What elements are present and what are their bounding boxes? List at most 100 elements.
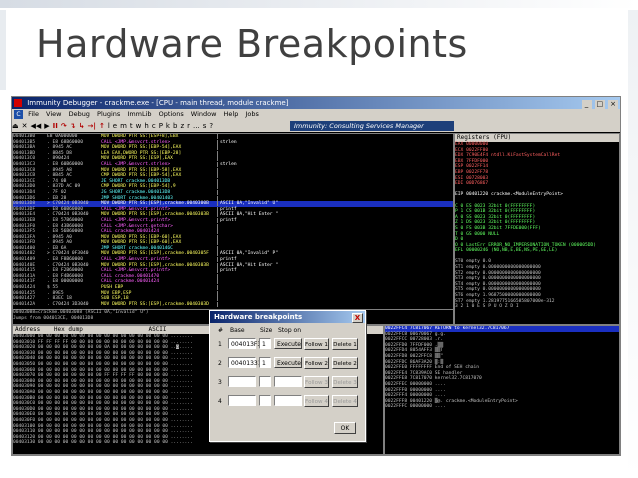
menu-immlib[interactable]: ImmLib <box>127 110 151 118</box>
toolbar-button[interactable]: r <box>187 120 190 132</box>
disasm-comment <box>217 301 220 307</box>
disasm-address: 0040142A <box>13 301 36 307</box>
disasm-comment: printf <box>217 206 237 212</box>
toolbar-button[interactable]: ↴ <box>70 120 76 132</box>
toolbar-button[interactable]: z <box>180 120 184 132</box>
delete-button[interactable]: Delete 4 <box>332 395 358 407</box>
breakpoint-number: 3 <box>218 379 222 386</box>
register-line: 3 2 1 0 E S P U O Z D I <box>455 304 519 310</box>
toolbar-button[interactable]: h <box>144 120 148 132</box>
disasm-comment <box>217 156 220 162</box>
breakpoint-base-field[interactable]: 00401331 <box>228 357 262 368</box>
minimize-button[interactable]: _ <box>581 100 592 109</box>
breakpoint-stop-field[interactable]: Execute <box>274 357 302 368</box>
disasm-row[interactable]: 0040142A . C70424 3D3040 MOV DWORD PTR SS:… <box>13 301 453 308</box>
follow-button[interactable]: Follow 1 <box>304 338 329 350</box>
breakpoint-stop-field[interactable]: Execute <box>274 338 302 349</box>
slide-right-decoration <box>628 10 638 478</box>
toolbar-button[interactable]: ▶ <box>44 120 49 132</box>
disasm-comment: ASCII 0A,"Hit Enter " <box>217 212 279 218</box>
breakpoint-size-field[interactable]: 1 <box>259 338 271 349</box>
menu-view[interactable]: View <box>46 110 61 118</box>
follow-button[interactable]: Follow 4 <box>304 395 329 407</box>
dump-header-address: Address <box>15 326 41 333</box>
toolbar-button[interactable]: ↳ <box>79 120 85 132</box>
col-header-base: Base <box>230 327 245 334</box>
dump-header-hex: Hex dump <box>53 326 83 333</box>
menu-debug[interactable]: Debug <box>69 110 90 118</box>
hardware-breakpoints-dialog: Hardware breakpoints X # Base Size Stop … <box>209 310 366 442</box>
menu-help[interactable]: Help <box>224 110 239 118</box>
toolbar-button[interactable]: →| <box>88 120 96 132</box>
disasm-comment: ASCII 0A,"Invalid" P" <box>217 251 279 257</box>
toolbar-button[interactable]: ⏏ <box>12 120 19 132</box>
col-header-size: Size <box>260 327 273 334</box>
disasm-comment <box>217 290 220 296</box>
maximize-button[interactable]: □ <box>594 100 605 109</box>
toolbar-button[interactable]: b <box>173 120 177 132</box>
registers-header: Registers (FPU) <box>455 134 619 142</box>
breakpoint-stop-field[interactable] <box>274 376 302 387</box>
col-header-num: # <box>218 327 224 334</box>
window-title-bar[interactable]: Immunity Debugger - crackme.exe - [CPU -… <box>12 97 620 109</box>
toolbar-button[interactable]: l <box>108 120 110 132</box>
cpu-disassembly-pane[interactable]: 004013B0 E8 0A000000 MOV DWORD PTR SS:[ESP… <box>12 133 454 325</box>
toolbar-button[interactable]: e <box>113 120 117 132</box>
consulting-banner[interactable]: Immunity: Consulting Services Manager <box>290 121 454 131</box>
cpu-c-icon[interactable]: C <box>14 110 23 119</box>
toolbar-button[interactable]: ◀◀ <box>31 120 42 132</box>
breakpoint-size-field[interactable]: 1 <box>259 357 271 368</box>
stack-pane[interactable]: 0022FFC4 7C817067 RETURN to kernel32.7C8… <box>384 325 620 455</box>
toolbar-button[interactable]: P <box>159 120 163 132</box>
slide-title: Hardware Breakpoints <box>36 22 468 66</box>
disasm-mnemonic: MOV DWORD PTR SS:[ESP],crackme.0040303D <box>101 301 209 307</box>
disasm-comment <box>217 145 220 151</box>
delete-button[interactable]: Delete 1 <box>332 338 358 350</box>
toolbar-button[interactable]: ... <box>193 120 200 132</box>
toolbar-button[interactable]: c <box>152 120 156 132</box>
registers-pane[interactable]: Registers (FPU) EAX 00000000 ECX 0022FF80… <box>454 133 620 325</box>
ok-button[interactable]: OK <box>334 422 356 434</box>
menu-window[interactable]: Window <box>191 110 217 118</box>
disasm-comment <box>217 279 220 285</box>
breakpoint-size-field[interactable] <box>259 395 271 406</box>
breakpoint-base-field[interactable] <box>228 395 256 406</box>
breakpoint-base-field[interactable]: 004013F3 <box>228 338 261 349</box>
toolbar-button[interactable]: II <box>53 120 58 132</box>
menu-plugins[interactable]: Plugins <box>97 110 120 118</box>
breakpoint-base-field[interactable] <box>228 376 256 387</box>
disasm-comment <box>217 240 220 246</box>
follow-button[interactable]: Follow 3 <box>304 376 329 388</box>
breakpoint-size-field[interactable] <box>259 376 271 387</box>
dialog-close-button[interactable]: X <box>352 313 363 323</box>
toolbar-button[interactable]: w <box>136 120 142 132</box>
menu-jobs[interactable]: Jobs <box>245 110 258 118</box>
delete-button[interactable]: Delete 3 <box>332 376 358 388</box>
disasm-comment: printf <box>217 257 237 263</box>
toolbar-button[interactable]: s <box>203 120 207 132</box>
toolbar-button[interactable]: ✕ <box>22 120 28 132</box>
menu-file[interactable]: File <box>28 110 39 118</box>
slide-left-decoration <box>0 10 6 90</box>
breakpoint-stop-field[interactable] <box>274 395 302 406</box>
disasm-comment <box>217 173 220 179</box>
breakpoint-number: 4 <box>218 398 222 405</box>
toolbar-button[interactable]: k <box>166 120 170 132</box>
close-button[interactable]: × <box>608 100 618 109</box>
stack-row[interactable]: 0022FFFC 00000000 .... <box>385 404 619 410</box>
disasm-comment: strlen <box>217 161 237 167</box>
disasm-hex: . C70424 3D3040 <box>47 301 89 307</box>
disasm-comment <box>217 229 220 235</box>
delete-button[interactable]: Delete 2 <box>332 357 358 369</box>
follow-button[interactable]: Follow 2 <box>304 357 329 369</box>
toolbar-button[interactable]: ? <box>209 120 213 132</box>
disasm-comment <box>217 178 220 184</box>
menu-options[interactable]: Options <box>159 110 184 118</box>
toolbar-button[interactable]: ↑ <box>99 120 105 132</box>
breakpoint-row: 4 Follow 4 Delete 4 <box>210 394 365 410</box>
toolbar-button[interactable]: t <box>130 120 133 132</box>
disasm-comment: ASCII 0A,"Hit Enter " <box>217 262 279 268</box>
disasm-comment <box>217 285 220 291</box>
toolbar-button[interactable]: m <box>120 120 127 132</box>
toolbar-button[interactable]: ↷ <box>61 120 67 132</box>
